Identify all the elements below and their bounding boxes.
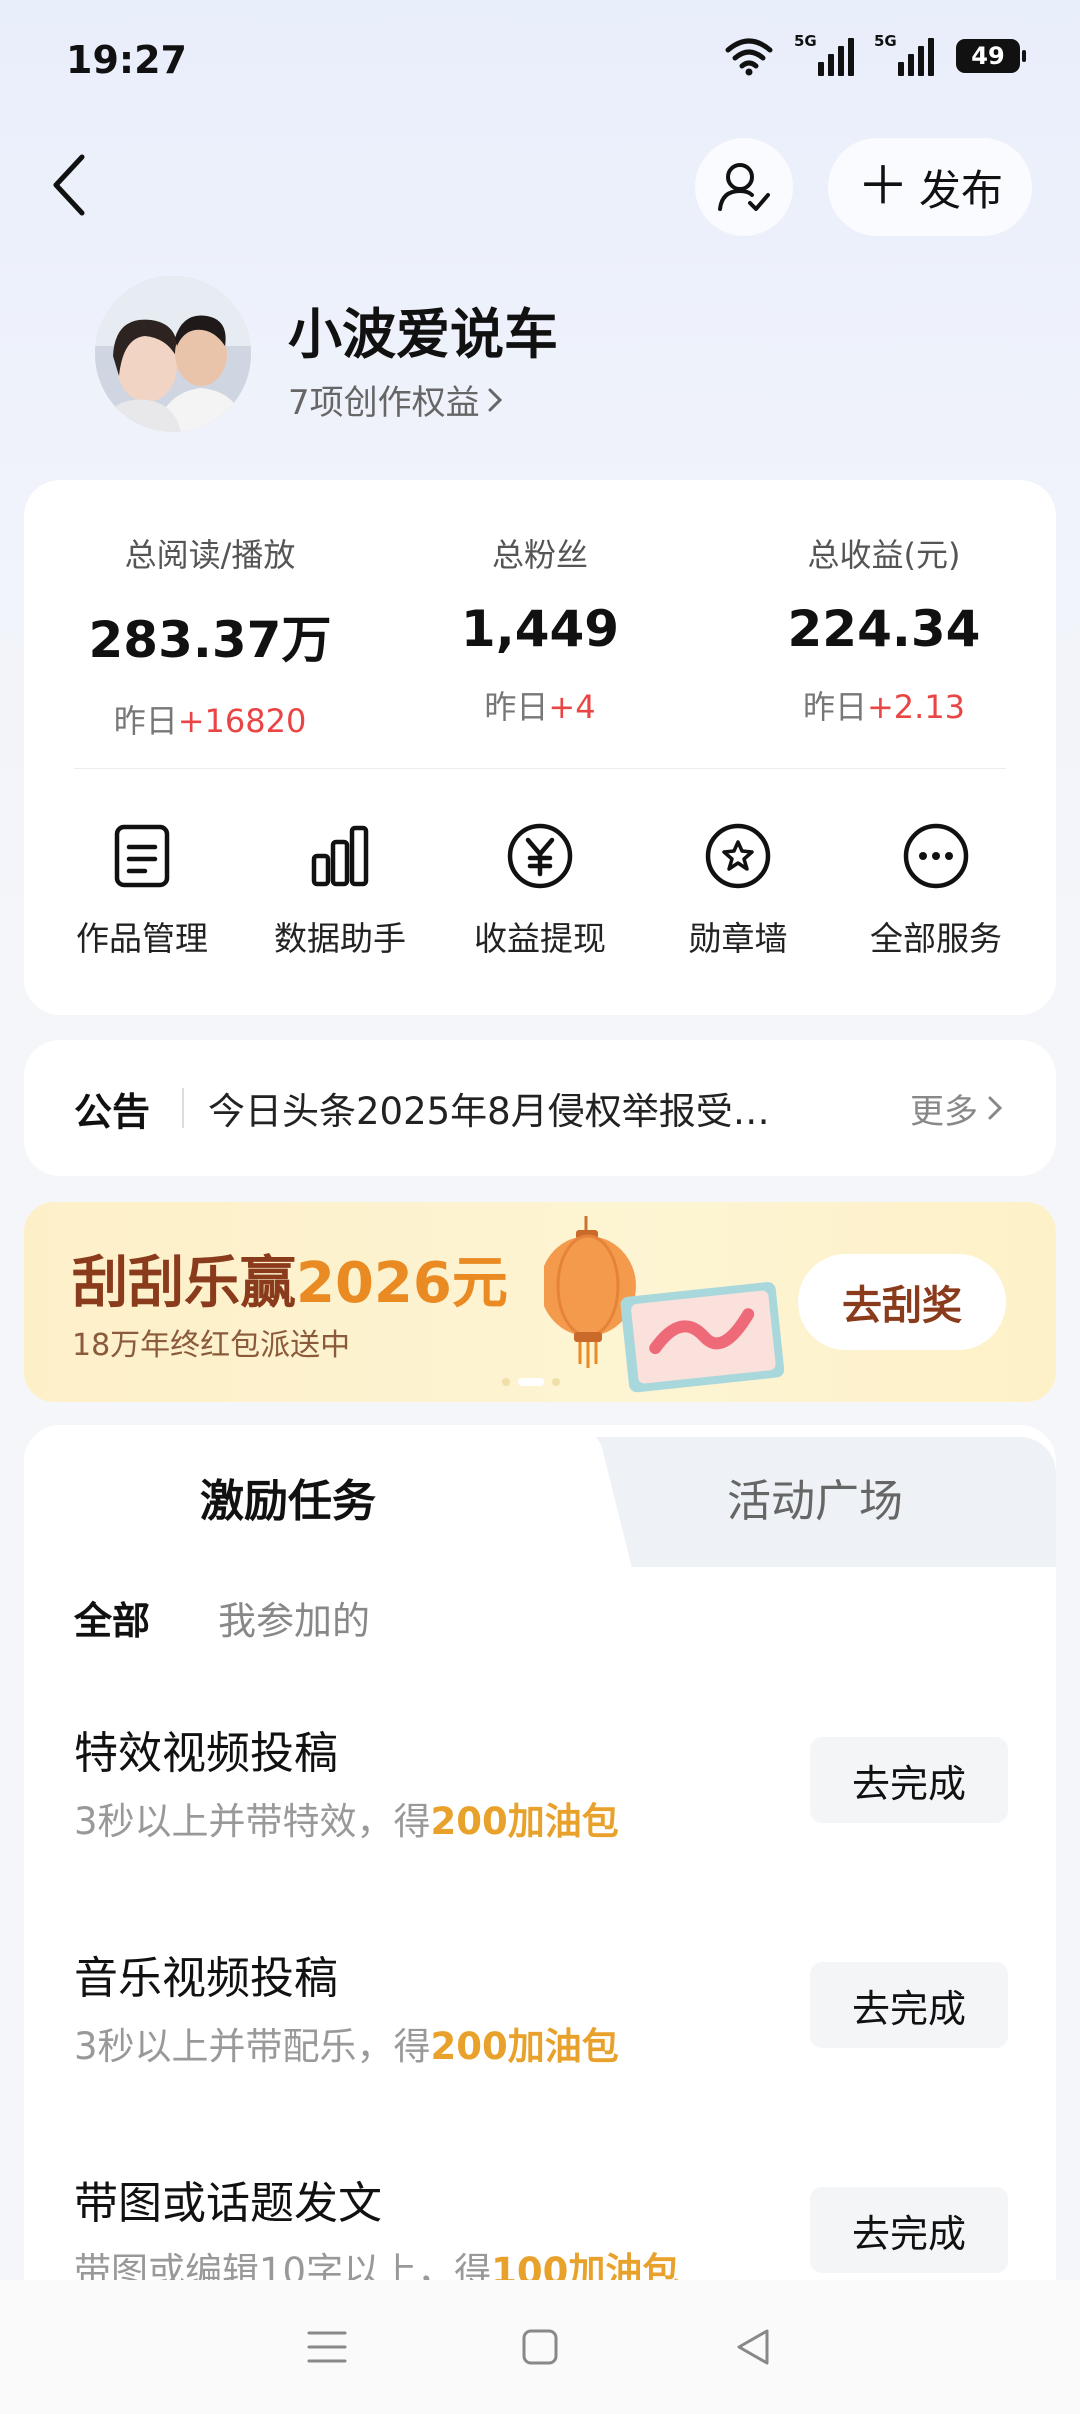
stat-delta: 昨日+2.13 bbox=[802, 688, 966, 726]
task-title: 带图或话题发文 bbox=[74, 2178, 382, 2229]
notice-separator bbox=[182, 1088, 184, 1128]
service-withdraw-income[interactable]: 收益提现 bbox=[440, 816, 640, 960]
stat-value: 1,449 bbox=[460, 600, 620, 658]
more-label: 更多 bbox=[910, 1091, 978, 1132]
stats-divider bbox=[74, 768, 1006, 769]
stat-delta: 昨日+16820 bbox=[113, 702, 307, 740]
home-square-icon bbox=[522, 2329, 558, 2365]
service-data-assistant[interactable]: 数据助手 bbox=[240, 816, 440, 960]
user-check-icon bbox=[718, 163, 770, 211]
service-works-management[interactable]: 作品管理 bbox=[42, 816, 242, 960]
go-scratch-button[interactable]: 去刮奖 bbox=[798, 1254, 1006, 1350]
back-button[interactable] bbox=[40, 150, 100, 220]
yen-icon bbox=[507, 823, 573, 889]
stat-value: 283.37万 bbox=[88, 611, 332, 669]
back-triangle-icon bbox=[737, 2329, 769, 2365]
document-icon bbox=[114, 824, 170, 888]
signal-icon-sim1: 5G bbox=[794, 32, 854, 76]
chevron-right-icon bbox=[488, 388, 502, 411]
carousel-dot bbox=[552, 1378, 560, 1386]
task-complete-button[interactable]: 去完成 bbox=[810, 2187, 1008, 2273]
tab-incentive-tasks[interactable]: 激励任务 bbox=[200, 1465, 376, 1529]
task-desc: 3秒以上并带配乐，得200加油包 bbox=[74, 2025, 619, 2068]
chevron-left-icon bbox=[53, 154, 85, 216]
banner-subtitle: 18万年终红包派送中 bbox=[72, 1328, 351, 1363]
creator-perks-link[interactable]: 7项创作权益 bbox=[288, 375, 504, 424]
filter-joined[interactable]: 我参加的 bbox=[218, 1590, 370, 1645]
stat-label: 总收益(元) bbox=[807, 536, 961, 574]
more-icon bbox=[903, 823, 969, 889]
perks-label: 7项创作权益 bbox=[288, 383, 480, 423]
battery-icon: 49 bbox=[956, 39, 1026, 73]
stat-value: 224.34 bbox=[787, 600, 981, 658]
publish-label: 发布 bbox=[919, 165, 1004, 215]
lantern-scratch-card-illustration bbox=[544, 1216, 785, 1393]
service-label: 作品管理 bbox=[76, 919, 208, 958]
notice-text[interactable]: 今日头条2025年8月侵权举报受… bbox=[208, 1081, 848, 1135]
signal-icon-sim2: 5G bbox=[874, 32, 934, 76]
nickname: 小波爱说车 bbox=[288, 303, 558, 366]
service-label: 全部服务 bbox=[870, 919, 1002, 958]
menu-icon bbox=[307, 2331, 347, 2363]
task-title: 特效视频投稿 bbox=[74, 1728, 338, 1779]
service-label: 勋章墙 bbox=[688, 919, 788, 958]
medal-star-icon bbox=[705, 823, 771, 889]
wifi-icon bbox=[725, 38, 773, 76]
status-time: 19:27 bbox=[66, 38, 187, 82]
service-label: 数据助手 bbox=[274, 919, 406, 958]
service-medal-wall[interactable]: 勋章墙 bbox=[638, 816, 838, 960]
scratch-card-banner[interactable]: 刮刮乐赢2026元 18万年终红包派送中 去刮奖 bbox=[24, 1202, 1056, 1402]
filter-all[interactable]: 全部 bbox=[74, 1590, 150, 1645]
stat-label: 总粉丝 bbox=[491, 536, 588, 574]
task-complete-button[interactable]: 去完成 bbox=[810, 1962, 1008, 2048]
nav-menu-button[interactable] bbox=[287, 2307, 367, 2387]
stat-total-income[interactable]: 总收益(元) 224.34 昨日+2.13 bbox=[724, 530, 1044, 728]
task-complete-button[interactable]: 去完成 bbox=[810, 1737, 1008, 1823]
notice-more-link[interactable]: 更多 bbox=[910, 1084, 1004, 1133]
service-label: 收益提现 bbox=[474, 919, 606, 958]
stat-total-fans[interactable]: 总粉丝 1,449 昨日+4 bbox=[380, 530, 700, 728]
chevron-right-icon bbox=[988, 1096, 1003, 1120]
notice-title: 公告 bbox=[74, 1089, 151, 1134]
carousel-dot bbox=[502, 1378, 510, 1386]
plus-icon: ＋ bbox=[856, 157, 909, 217]
status-icons: 5G 5G 49 bbox=[724, 32, 1026, 76]
avatar[interactable] bbox=[95, 276, 251, 432]
notice-bar[interactable]: 公告 今日头条2025年8月侵权举报受… 更多 bbox=[24, 1040, 1056, 1176]
user-switch-button[interactable] bbox=[695, 138, 793, 236]
nav-back-button[interactable] bbox=[713, 2307, 793, 2387]
avatar-photo bbox=[95, 276, 251, 432]
tasks-panel: 激励任务 活动广场 全部 我参加的 特效视频投稿 3秒以上并带特效，得200加油… bbox=[24, 1425, 1056, 2405]
task-item: 音乐视频投稿 3秒以上并带配乐，得200加油包 去完成 bbox=[24, 1942, 1056, 2142]
publish-button[interactable]: ＋ 发布 bbox=[828, 138, 1032, 236]
system-nav-bar bbox=[0, 2280, 1080, 2414]
bar-chart-icon bbox=[311, 825, 369, 887]
nav-home-button[interactable] bbox=[500, 2307, 580, 2387]
task-title: 音乐视频投稿 bbox=[74, 1953, 338, 2004]
task-item: 特效视频投稿 3秒以上并带特效，得200加油包 去完成 bbox=[24, 1717, 1056, 1917]
stats-card: 总阅读/播放 283.37万 昨日+16820 总粉丝 1,449 昨日+4 总… bbox=[24, 480, 1056, 1015]
carousel-dot-active bbox=[518, 1378, 544, 1386]
banner-title: 刮刮乐赢2026元 bbox=[72, 1251, 508, 1316]
task-desc: 3秒以上并带特效，得200加油包 bbox=[74, 1800, 619, 1843]
stat-delta: 昨日+4 bbox=[484, 688, 596, 726]
service-all-services[interactable]: 全部服务 bbox=[836, 816, 1036, 960]
carousel-indicator bbox=[502, 1378, 560, 1386]
stat-label: 总阅读/播放 bbox=[124, 536, 296, 574]
tab-activity-square[interactable]: 活动广场 bbox=[727, 1465, 903, 1529]
stat-total-reads[interactable]: 总阅读/播放 283.37万 昨日+16820 bbox=[50, 530, 370, 742]
